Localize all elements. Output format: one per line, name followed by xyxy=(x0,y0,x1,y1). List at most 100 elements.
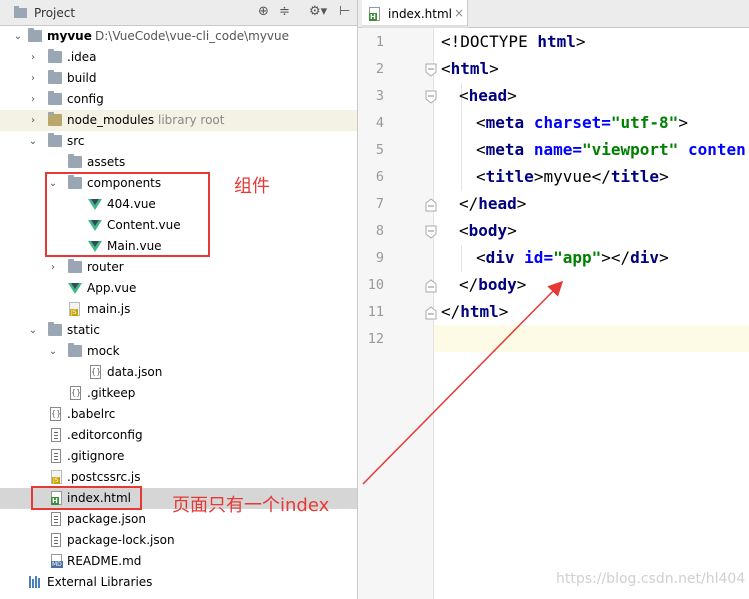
tree-item-label: package.json xyxy=(67,512,147,526)
tree-item-src[interactable]: ⌄ src xyxy=(0,131,357,152)
code-line-7[interactable]: </head> xyxy=(459,190,526,217)
tree-item-build[interactable]: › build xyxy=(0,68,357,89)
folder-icon xyxy=(28,28,42,42)
fold-open-icon[interactable] xyxy=(424,63,438,77)
tree-item-static[interactable]: ⌄ static xyxy=(0,320,357,341)
tree-item-gitignore[interactable]: .gitignore xyxy=(0,446,357,467)
library-root-hint: library root xyxy=(158,113,225,127)
tab-label: index.html xyxy=(388,7,452,21)
code-line-6[interactable]: <title>myvue</title> xyxy=(476,163,669,190)
editor-tab-bar: H index.html × xyxy=(358,0,749,28)
line-number: 10 xyxy=(367,277,384,293)
folder-icon xyxy=(48,112,62,126)
indent-guide xyxy=(461,245,462,272)
json-file-icon: {} xyxy=(90,365,101,379)
chevron-right-icon[interactable]: › xyxy=(27,110,39,131)
code-line-8[interactable]: <body> xyxy=(459,217,517,244)
tree-item-package-lock-json[interactable]: package-lock.json xyxy=(0,530,357,551)
chevron-down-icon[interactable]: ⌄ xyxy=(47,341,59,362)
code-line-1[interactable]: <!DOCTYPE html> xyxy=(441,28,586,55)
tree-item-app-vue[interactable]: App.vue xyxy=(0,278,357,299)
tree-item-data-json[interactable]: {} data.json xyxy=(0,362,357,383)
code-line-2[interactable]: <html> xyxy=(441,55,499,82)
tree-item-idea[interactable]: › .idea xyxy=(0,47,357,68)
chevron-right-icon[interactable]: › xyxy=(47,257,59,278)
fold-close-icon[interactable] xyxy=(424,198,438,212)
tree-item-label: .editorconfig xyxy=(67,428,143,442)
tree-item-assets[interactable]: assets xyxy=(0,152,357,173)
text-file-icon xyxy=(51,449,61,463)
folder-icon xyxy=(48,322,62,336)
code-line-4[interactable]: <meta charset="utf-8"> xyxy=(476,109,688,136)
folder-icon xyxy=(68,259,82,273)
line-number: 11 xyxy=(367,304,384,320)
collapse-icon[interactable]: ≑ xyxy=(279,5,290,19)
tree-item-label: assets xyxy=(87,155,126,169)
components-annotation: 组件 xyxy=(234,176,270,197)
json-file-icon: {} xyxy=(50,407,61,421)
line-number: 5 xyxy=(375,142,384,158)
tree-item-label: .gitkeep xyxy=(87,386,136,400)
fold-close-icon[interactable] xyxy=(424,279,438,293)
tree-item-external-libraries[interactable]: External Libraries xyxy=(0,572,357,593)
chevron-right-icon[interactable]: › xyxy=(27,68,39,89)
folder-icon xyxy=(48,70,62,84)
folder-icon xyxy=(48,91,62,105)
line-number: 4 xyxy=(375,115,384,131)
code-line-10[interactable]: </body> xyxy=(459,271,526,298)
tree-item-label: static xyxy=(67,323,100,337)
tree-item-label: config xyxy=(67,92,104,106)
tree-item-postcssrc-js[interactable]: JS .postcssrc.js xyxy=(0,467,357,488)
fold-open-icon[interactable] xyxy=(424,225,438,239)
folder-icon xyxy=(68,343,82,357)
tree-item-node-modules[interactable]: › node_modules library root xyxy=(0,110,357,131)
tree-item-label: myvue xyxy=(47,29,92,43)
fold-open-icon[interactable] xyxy=(424,90,438,104)
code-line-11[interactable]: </html> xyxy=(441,298,508,325)
project-title[interactable]: Project xyxy=(34,6,75,20)
tree-item-editorconfig[interactable]: .editorconfig xyxy=(0,425,357,446)
chevron-right-icon[interactable]: › xyxy=(27,47,39,68)
hide-icon[interactable]: ⊢ xyxy=(339,5,350,19)
line-number: 7 xyxy=(375,196,384,212)
code-editor: H index.html × 1 2 3 4 5 6 7 8 9 10 11 1… xyxy=(357,0,749,599)
tree-item-main-js[interactable]: JS main.js xyxy=(0,299,357,320)
tree-item-root[interactable]: ⌄ myvue D:\VueCode\vue-cli_code\myvue xyxy=(0,26,357,47)
tree-item-babelrc[interactable]: {} .babelrc xyxy=(0,404,357,425)
tree-item-label: .idea xyxy=(67,50,97,64)
code-line-9[interactable]: <div id="app"></div> xyxy=(476,244,669,271)
js-file-icon: JS xyxy=(69,302,80,316)
tree-item-gitkeep[interactable]: {} .gitkeep xyxy=(0,383,357,404)
chevron-down-icon[interactable]: ⌄ xyxy=(27,131,39,152)
line-number: 8 xyxy=(375,223,384,239)
js-file-icon: JS xyxy=(51,470,62,484)
tree-item-config[interactable]: › config xyxy=(0,89,357,110)
tree-item-router[interactable]: › router xyxy=(0,257,357,278)
line-number: 1 xyxy=(375,34,384,50)
gear-icon[interactable]: ⚙▾ xyxy=(309,5,327,19)
line-number: 3 xyxy=(375,88,384,104)
components-highlight-box xyxy=(45,172,210,257)
watermark: https://blog.csdn.net/hl404 xyxy=(556,571,746,587)
tree-item-mock[interactable]: ⌄ mock xyxy=(0,341,357,362)
chevron-down-icon[interactable]: ⌄ xyxy=(27,320,39,341)
code-line-3[interactable]: <head> xyxy=(459,82,517,109)
tree-item-label: data.json xyxy=(107,365,163,379)
text-file-icon xyxy=(51,512,61,526)
tree-item-label: .babelrc xyxy=(67,407,116,421)
index-highlight-box xyxy=(31,486,142,510)
code-line-5[interactable]: <meta name="viewport" conten xyxy=(476,136,746,163)
target-icon[interactable]: ⊕ xyxy=(258,5,269,19)
fold-close-icon[interactable] xyxy=(424,306,438,320)
folder-icon xyxy=(48,133,62,147)
tab-index-html[interactable]: H index.html × xyxy=(362,0,468,28)
folder-icon xyxy=(68,154,82,168)
chevron-down-icon[interactable]: ⌄ xyxy=(12,26,24,47)
libraries-icon xyxy=(29,576,42,588)
tree-item-readme-md[interactable]: MD README.md xyxy=(0,551,357,572)
close-icon[interactable]: × xyxy=(454,6,464,20)
root-path: D:\VueCode\vue-cli_code\myvue xyxy=(95,29,290,43)
text-file-icon xyxy=(51,428,61,442)
tree-item-label: .postcssrc.js xyxy=(67,470,141,484)
chevron-right-icon[interactable]: › xyxy=(27,89,39,110)
